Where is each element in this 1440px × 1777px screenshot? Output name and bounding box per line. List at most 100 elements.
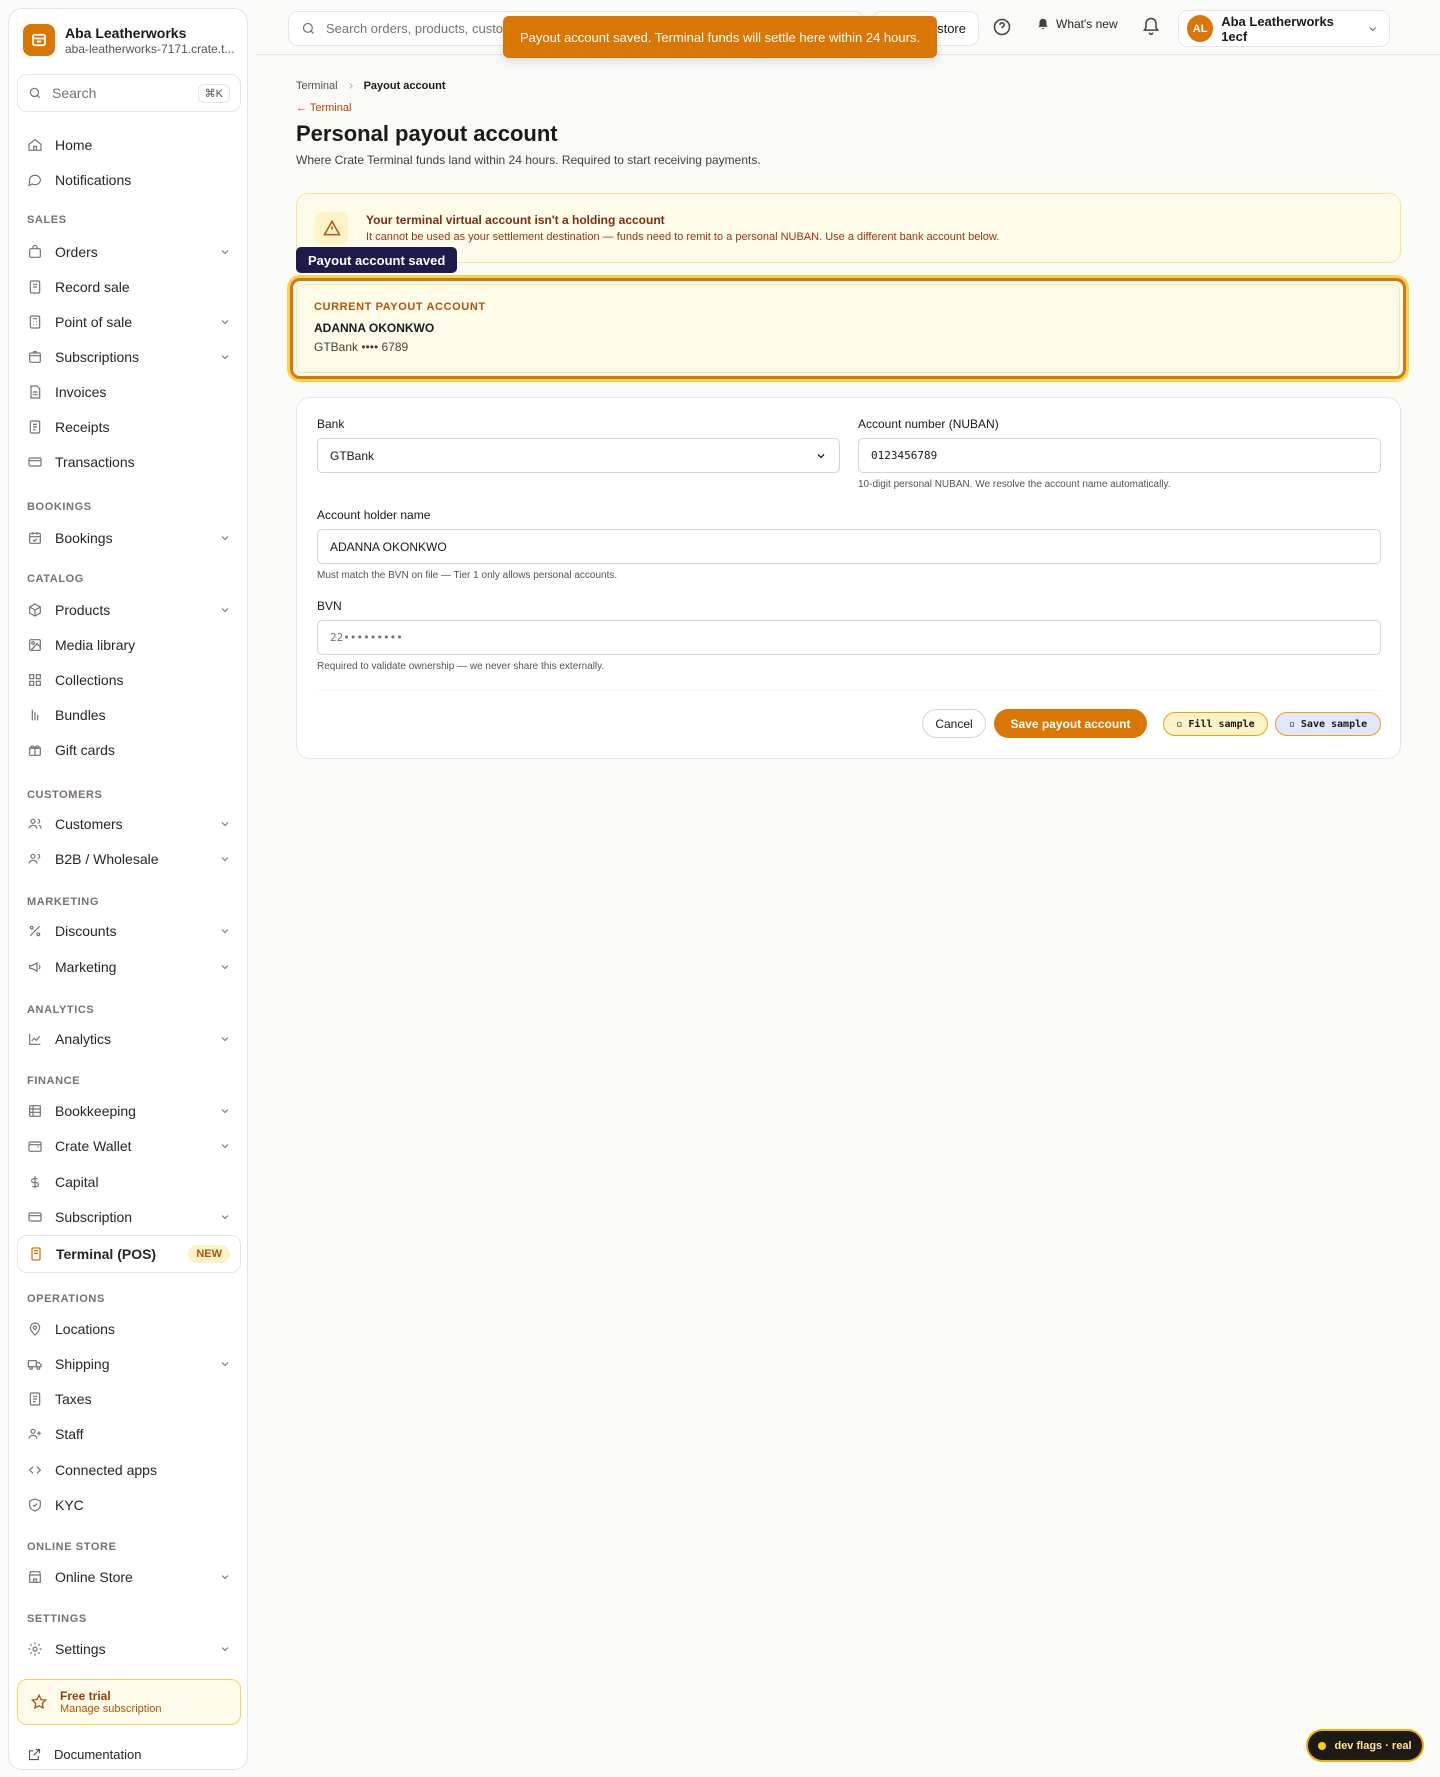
nav-section-customers: CUSTOMERS xyxy=(27,789,103,801)
nav-section-analytics: ANALYTICS xyxy=(27,1004,95,1016)
fill-sample-button[interactable]: ▫ Fill sample xyxy=(1163,712,1268,736)
image-icon xyxy=(29,639,41,651)
sidebar-item-label: KYC xyxy=(55,1497,84,1513)
account-name: Aba Leatherworks 1ecf xyxy=(1221,13,1334,44)
sidebar-item-label: Notifications xyxy=(55,172,132,188)
sidebar-item-discounts[interactable]: Discounts xyxy=(17,916,241,946)
warning-icon xyxy=(315,211,348,245)
sidebar-item-capital[interactable]: Capital xyxy=(17,1167,241,1197)
sidebar: Aba Leatherworks aba-leatherworks-7171.c… xyxy=(8,8,248,1770)
chevron-down-icon xyxy=(221,355,229,360)
receipt-icon xyxy=(29,1392,41,1406)
sidebar-item-marketing[interactable]: Marketing xyxy=(17,952,241,982)
sidebar-item-invoices[interactable]: Invoices xyxy=(17,377,241,407)
back-link[interactable]: ← Terminal xyxy=(296,102,351,114)
account-holder-input[interactable]: ADANNA OKONKWO xyxy=(317,529,1381,564)
cancel-button[interactable]: Cancel xyxy=(922,709,986,738)
sidebar-item-label: Products xyxy=(55,602,111,618)
save-payout-account-button[interactable]: Save payout account xyxy=(994,709,1147,738)
sidebar-item-settings[interactable]: Settings xyxy=(17,1634,241,1664)
chevron-down-icon xyxy=(221,1647,229,1652)
sidebar-item-bookkeeping[interactable]: Bookkeeping xyxy=(17,1096,241,1126)
sidebar-item-label: Bookkeeping xyxy=(55,1103,136,1119)
sidebar-item-locations[interactable]: Locations xyxy=(17,1314,241,1344)
bvn-input[interactable]: 22••••••••• xyxy=(317,620,1381,655)
warning-banner: Your terminal virtual account isn't a ho… xyxy=(296,193,1401,263)
sidebar-item-analytics[interactable]: Analytics xyxy=(17,1024,241,1054)
bvn-label: BVN xyxy=(317,599,342,613)
grid-icon xyxy=(29,674,41,686)
free-trial-card[interactable]: Free trial Manage subscription xyxy=(17,1679,241,1725)
line-chart-icon xyxy=(29,1033,41,1045)
sidebar-item-wallet[interactable]: Crate Wallet xyxy=(17,1131,241,1161)
sidebar-item-products[interactable]: Products xyxy=(17,595,241,625)
help-circle-icon xyxy=(993,18,1011,36)
sidebar-item-label: Settings xyxy=(55,1641,106,1657)
nuban-value: 0123456789 xyxy=(871,449,938,462)
nav-section-settings: SETTINGS xyxy=(27,1613,87,1625)
save-sample-button[interactable]: ▫ Save sample xyxy=(1275,712,1381,736)
sidebar-item-terminal[interactable]: Terminal (POS) NEW xyxy=(17,1235,241,1273)
bvn-value: 22••••••••• xyxy=(330,631,403,644)
sidebar-item-label: Transactions xyxy=(55,454,135,470)
sidebar-item-label: Taxes xyxy=(55,1391,92,1407)
documentation-link[interactable]: Documentation xyxy=(17,1739,241,1769)
nuban-input[interactable]: 0123456789 xyxy=(858,438,1381,473)
help-button[interactable] xyxy=(992,17,1012,37)
sidebar-item-media[interactable]: Media library xyxy=(17,630,241,660)
brand[interactable]: Aba Leatherworks aba-leatherworks-7171.c… xyxy=(23,24,234,56)
sidebar-item-giftcards[interactable]: Gift cards xyxy=(17,735,241,765)
breadcrumb-terminal[interactable]: Terminal xyxy=(296,80,338,92)
notifications-button[interactable] xyxy=(1141,16,1161,36)
sidebar-item-label: Marketing xyxy=(55,959,117,975)
bundle-icon xyxy=(31,709,39,721)
wallet-icon xyxy=(28,1141,42,1152)
sidebar-search[interactable]: Search ⌘K xyxy=(17,74,241,112)
store-logo-icon xyxy=(23,24,55,56)
sidebar-item-label: Analytics xyxy=(55,1031,112,1047)
sidebar-item-label: Shipping xyxy=(55,1356,110,1372)
terminal-device-icon xyxy=(31,1247,41,1261)
sidebar-item-staff[interactable]: Staff xyxy=(17,1419,241,1449)
page-subtitle: Where Crate Terminal funds land within 2… xyxy=(296,153,761,167)
sidebar-item-subscriptions[interactable]: Subscriptions xyxy=(17,342,241,372)
sidebar-item-transactions[interactable]: Transactions xyxy=(17,447,241,477)
sidebar-item-apps[interactable]: Connected apps xyxy=(17,1455,241,1485)
trial-title: Free trial xyxy=(60,1689,111,1703)
manage-subscription-link[interactable]: Manage subscription xyxy=(60,1703,162,1715)
sidebar-item-taxes[interactable]: Taxes xyxy=(17,1384,241,1414)
sidebar-item-b2b[interactable]: B2B / Wholesale xyxy=(17,844,241,874)
chevron-down-icon xyxy=(221,1144,229,1149)
sidebar-item-notifications[interactable]: Notifications xyxy=(17,165,241,195)
sidebar-item-online-store[interactable]: Online Store xyxy=(17,1562,241,1592)
sidebar-item-record-sale[interactable]: Record sale xyxy=(17,272,241,302)
whats-new-button[interactable]: What's new xyxy=(1036,17,1118,31)
bank-select[interactable]: GTBank xyxy=(317,438,840,473)
account-menu-button[interactable]: AL Aba Leatherworks 1ecf xyxy=(1178,10,1390,47)
nav-section-finance: FINANCE xyxy=(27,1075,81,1087)
sidebar-item-bookings[interactable]: Bookings xyxy=(17,523,241,553)
holder-help: Must match the BVN on file — Tier 1 only… xyxy=(317,570,618,581)
chevron-down-icon xyxy=(1369,26,1377,31)
dev-flags-pill[interactable]: dev flags · real xyxy=(1306,1729,1424,1762)
chevron-down-icon xyxy=(221,250,229,255)
new-badge: NEW xyxy=(188,1245,230,1263)
sidebar-item-orders[interactable]: Orders xyxy=(17,237,241,267)
sidebar-item-customers[interactable]: Customers xyxy=(17,809,241,839)
document-icon xyxy=(30,385,41,399)
megaphone-icon xyxy=(29,962,41,972)
sidebar-item-bundles[interactable]: Bundles xyxy=(17,700,241,730)
bank-selected-value: GTBank xyxy=(330,448,375,463)
sidebar-item-subscription[interactable]: Subscription xyxy=(17,1202,241,1232)
bag-icon xyxy=(29,244,41,258)
nav-section-sales: SALES xyxy=(27,214,67,226)
sidebar-item-receipts[interactable]: Receipts xyxy=(17,412,241,442)
home-icon xyxy=(28,138,42,151)
chevron-down-icon xyxy=(221,965,229,970)
sidebar-item-kyc[interactable]: KYC xyxy=(17,1490,241,1520)
sidebar-item-shipping[interactable]: Shipping xyxy=(17,1349,241,1379)
sidebar-item-home[interactable]: Home xyxy=(17,130,241,160)
sidebar-item-collections[interactable]: Collections xyxy=(17,665,241,695)
sidebar-search-label: Search xyxy=(52,85,97,101)
sidebar-item-pos[interactable]: Point of sale xyxy=(17,307,241,337)
